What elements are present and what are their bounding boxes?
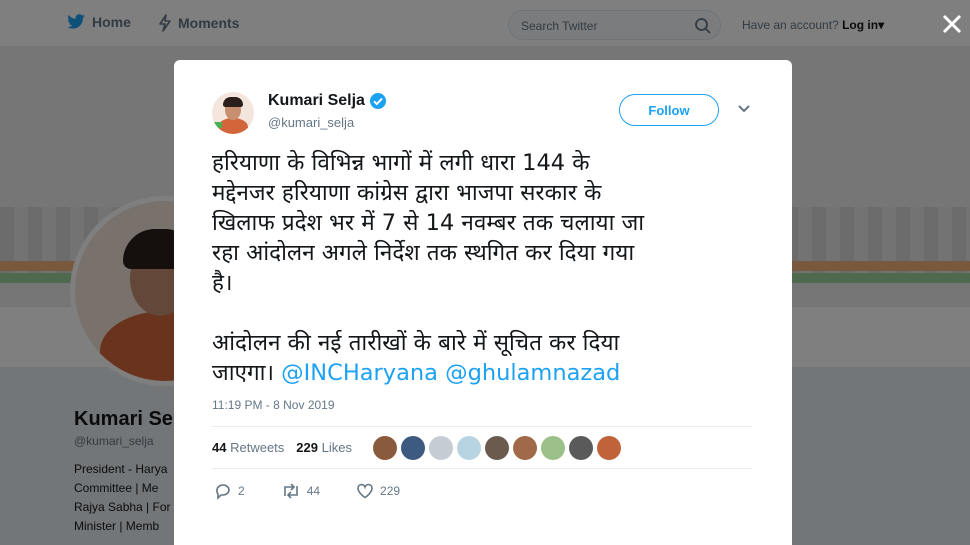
retweets-stat-label: Retweets [230,440,285,455]
retweet-icon [283,483,298,499]
chevron-down-icon[interactable] [737,104,751,114]
follow-button[interactable]: Follow [619,94,719,126]
liker-avatars [373,436,621,460]
tweet-author-handle[interactable]: @kumari_selja [268,115,354,130]
avatar-clothing [218,118,248,134]
tweet-timestamp[interactable]: 11:19 PM - 8 Nov 2019 [212,398,335,412]
like-count: 229 [380,484,401,498]
liker-avatar[interactable] [597,436,621,460]
verified-badge-icon [369,93,386,109]
liker-avatar[interactable] [513,436,537,460]
tweet-author-name[interactable]: Kumari Selja [268,92,387,110]
likes-stat[interactable]: 229 Likes [296,440,352,455]
liker-avatar[interactable] [457,436,481,460]
tweet-modal: Kumari Selja @kumari_selja Follow हरियाण… [174,60,792,545]
mention-link[interactable]: @ghulamnazad [445,360,620,386]
retweets-stat[interactable]: 44 Retweets [212,440,284,455]
liker-avatar[interactable] [373,436,397,460]
tweet-text: हरियाणा के विभिन्न भागों में लगी धारा 14… [212,148,772,388]
liker-avatar[interactable] [401,436,425,460]
reply-count: 2 [238,484,245,498]
tweet-stats: 44 Retweets 229 Likes [212,440,352,455]
retweet-count: 44 [306,484,321,498]
reply-icon [216,484,230,500]
divider [212,468,752,469]
avatar-hair [223,97,243,107]
retweet-button[interactable]: 44 [281,482,320,500]
divider [212,426,752,427]
reply-button[interactable]: 2 [214,482,245,500]
heart-icon [357,483,373,499]
retweets-stat-count: 44 [212,440,227,455]
avatar-flag-green [212,122,222,128]
liker-avatar[interactable] [485,436,509,460]
like-button[interactable]: 229 [356,482,400,500]
close-icon[interactable] [940,12,964,36]
likes-stat-label: Likes [321,440,352,455]
tweet-paragraph: आंदोलन की नई तारीखों के बारे में सूचित क… [212,328,772,388]
tweet-author-avatar[interactable] [212,92,254,134]
tweet-actions: 2 44 229 [214,482,436,500]
tweet-paragraph: हरियाणा के विभिन्न भागों में लगी धारा 14… [212,150,645,296]
liker-avatar[interactable] [569,436,593,460]
mention-link[interactable]: @INCHaryana [281,360,438,386]
likes-stat-count: 229 [296,440,318,455]
liker-avatar[interactable] [429,436,453,460]
liker-avatar[interactable] [541,436,565,460]
tweet-author-name-text: Kumari Selja [268,92,365,109]
